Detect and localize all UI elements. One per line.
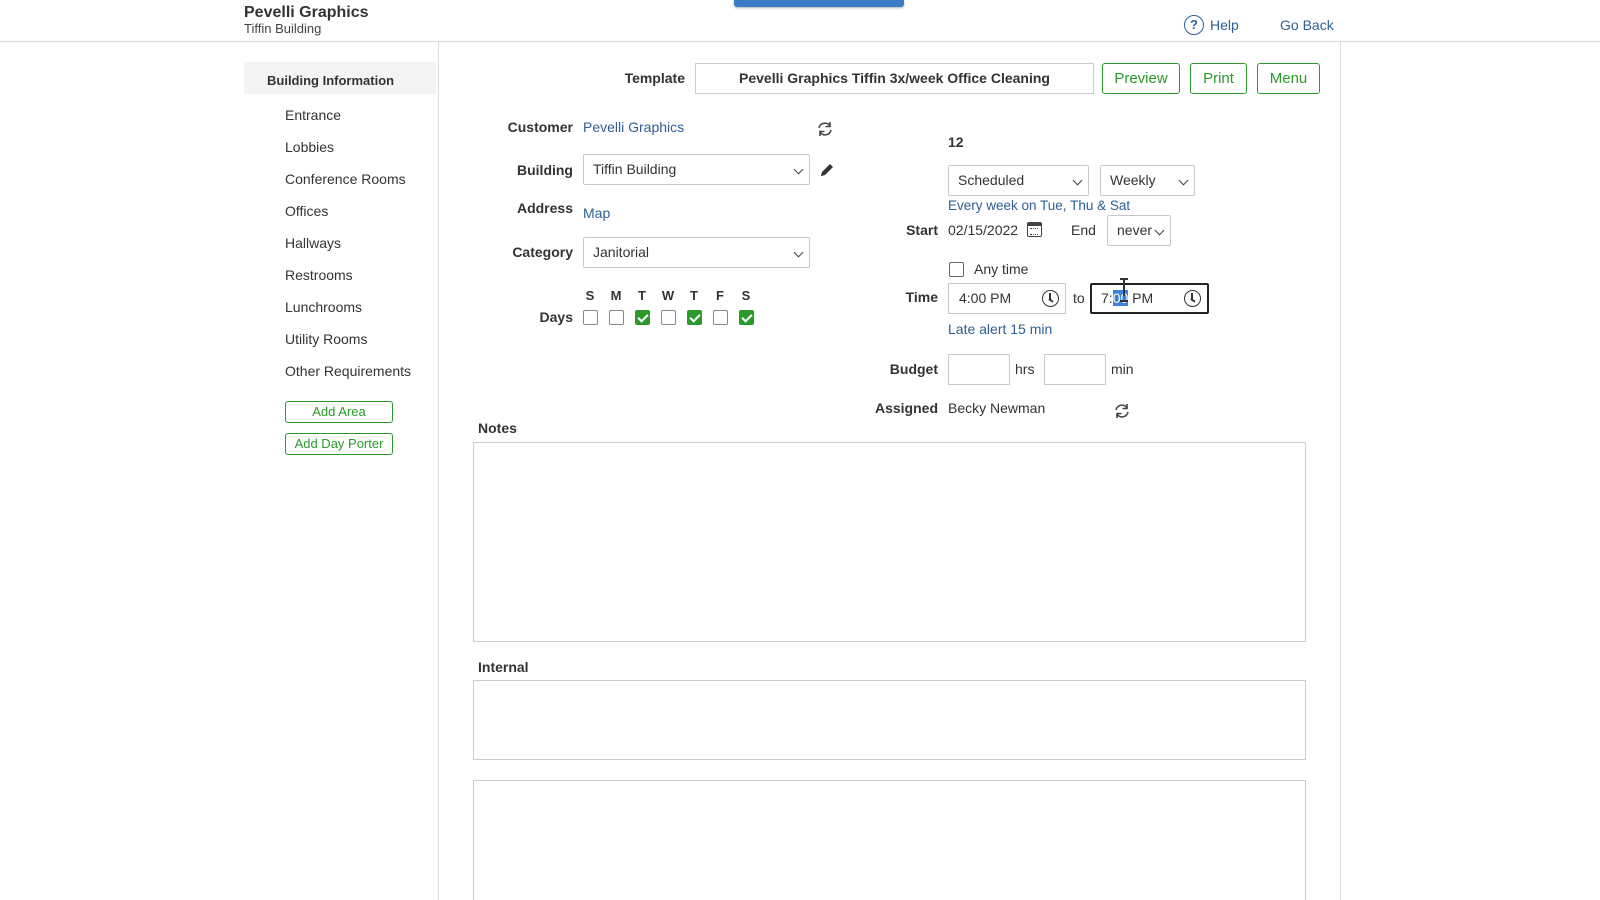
start-date-field[interactable]: 02/15/2022	[948, 222, 1018, 238]
template-label: Template	[624, 70, 685, 86]
sidebar-heading-building-information[interactable]: Building Information	[244, 62, 436, 94]
end-time-input[interactable]: 7:00 PM	[1090, 283, 1209, 314]
sidebar-item-hallways[interactable]: Hallways	[285, 232, 411, 264]
late-alert-link[interactable]: Late alert 15 min	[948, 321, 1052, 337]
day-letter-tue: T	[638, 288, 646, 303]
frequency-select-value: Weekly	[1110, 172, 1156, 188]
go-back-link[interactable]: Go Back	[1280, 17, 1334, 33]
chevron-down-icon	[793, 164, 804, 175]
days-label: Days	[539, 309, 573, 325]
start-time-value: 4:00 PM	[959, 290, 1012, 306]
sidebar-item-restrooms[interactable]: Restrooms	[285, 264, 411, 296]
help-link[interactable]: ? Help	[1184, 15, 1239, 35]
calendar-icon[interactable]	[1027, 222, 1042, 237]
top-bar: Pevelli Graphics Tiffin Building ? Help …	[0, 0, 1600, 42]
clock-icon[interactable]	[1042, 290, 1059, 307]
category-select[interactable]: Janitorial	[583, 237, 810, 268]
add-day-porter-button[interactable]: Add Day Porter	[285, 433, 393, 455]
category-label: Category	[512, 244, 573, 260]
internal-textarea[interactable]	[473, 680, 1306, 760]
add-area-button[interactable]: Add Area	[285, 401, 393, 423]
customer-label: Customer	[507, 119, 573, 135]
sidebar-item-offices[interactable]: Offices	[285, 200, 411, 232]
sidebar-item-conference-rooms[interactable]: Conference Rooms	[285, 168, 411, 200]
day-letter-sat: S	[741, 288, 751, 303]
help-icon: ?	[1184, 15, 1204, 35]
notes-textarea[interactable]	[473, 442, 1306, 642]
refresh-assigned-icon[interactable]	[1113, 402, 1131, 420]
additional-textarea[interactable]	[473, 780, 1306, 900]
sidebar-divider	[438, 42, 439, 900]
assigned-value: Becky Newman	[948, 400, 1046, 416]
day-letter-sun: S	[585, 288, 595, 303]
day-checkbox-tue[interactable]	[635, 310, 650, 325]
chevron-down-icon	[1154, 225, 1165, 236]
day-checkbox-sat[interactable]	[739, 310, 754, 325]
clock-icon[interactable]	[1184, 290, 1201, 307]
start-label: Start	[906, 222, 938, 238]
help-label: Help	[1210, 17, 1239, 33]
time-label: Time	[905, 289, 938, 305]
sidebar-list: Entrance Lobbies Conference Rooms Office…	[285, 104, 411, 392]
refresh-customer-icon[interactable]	[816, 120, 834, 138]
sidebar-item-entrance[interactable]: Entrance	[285, 104, 411, 136]
status-select[interactable]: Scheduled	[948, 165, 1089, 196]
sidebar-item-utility-rooms[interactable]: Utility Rooms	[285, 328, 411, 360]
menu-button[interactable]: Menu	[1257, 63, 1320, 94]
end-label: End	[1071, 222, 1096, 238]
building-select-value: Tiffin Building	[593, 161, 677, 177]
budget-minutes-input[interactable]	[1044, 354, 1106, 385]
internal-label: Internal	[478, 659, 529, 675]
building-name: Tiffin Building	[244, 21, 322, 36]
budget-label: Budget	[889, 361, 938, 377]
day-letter-mon: M	[610, 288, 622, 303]
main-divider	[1340, 42, 1341, 900]
assigned-label: Assigned	[874, 400, 938, 416]
map-link[interactable]: Map	[583, 205, 610, 221]
start-time-input[interactable]: 4:00 PM	[948, 283, 1066, 314]
category-select-value: Janitorial	[593, 244, 650, 260]
chevron-down-icon	[793, 247, 804, 258]
budget-hours-input[interactable]	[948, 354, 1010, 385]
any-time-checkbox[interactable]	[949, 262, 964, 277]
template-field[interactable]: Pevelli Graphics Tiffin 3x/week Office C…	[695, 63, 1094, 94]
building-select[interactable]: Tiffin Building	[583, 154, 810, 185]
day-checkbox-sun[interactable]	[583, 310, 598, 325]
end-select[interactable]: never	[1107, 215, 1171, 246]
edit-pencil-icon[interactable]	[819, 162, 835, 178]
notes-label: Notes	[478, 420, 517, 436]
schedule-number: 12	[948, 134, 964, 150]
budget-minutes-unit: min	[1111, 361, 1134, 377]
end-time-suffix: PM	[1128, 290, 1154, 306]
end-select-value: never	[1117, 222, 1153, 238]
sidebar-item-lunchrooms[interactable]: Lunchrooms	[285, 296, 411, 328]
text-cursor-icon	[1120, 278, 1128, 302]
day-checkbox-mon[interactable]	[609, 310, 624, 325]
day-checkbox-fri[interactable]	[713, 310, 728, 325]
customer-link[interactable]: Pevelli Graphics	[583, 119, 684, 135]
recurrence-summary[interactable]: Every week on Tue, Thu & Sat	[948, 198, 1130, 213]
day-letter-fri: F	[716, 288, 724, 303]
chevron-down-icon	[1072, 175, 1083, 186]
chevron-down-icon	[1178, 175, 1189, 186]
company-name: Pevelli Graphics	[244, 4, 369, 21]
day-checkbox-thu[interactable]	[687, 310, 702, 325]
address-label: Address	[516, 200, 573, 216]
day-letter-thu: T	[690, 288, 698, 303]
sidebar-item-lobbies[interactable]: Lobbies	[285, 136, 411, 168]
building-label: Building	[517, 162, 573, 178]
frequency-select[interactable]: Weekly	[1100, 165, 1195, 196]
any-time-label: Any time	[974, 261, 1029, 277]
print-button[interactable]: Print	[1190, 63, 1247, 94]
status-select-value: Scheduled	[958, 172, 1025, 188]
day-letter-wed: W	[661, 288, 675, 303]
time-to-separator: to	[1073, 290, 1085, 306]
preview-button[interactable]: Preview	[1102, 63, 1180, 94]
end-time-hour: 7:	[1101, 290, 1113, 306]
day-checkbox-wed[interactable]	[661, 310, 676, 325]
top-indicator-tab[interactable]	[734, 0, 904, 7]
budget-hours-unit: hrs	[1015, 361, 1035, 377]
sidebar-item-other-requirements[interactable]: Other Requirements	[285, 360, 411, 392]
